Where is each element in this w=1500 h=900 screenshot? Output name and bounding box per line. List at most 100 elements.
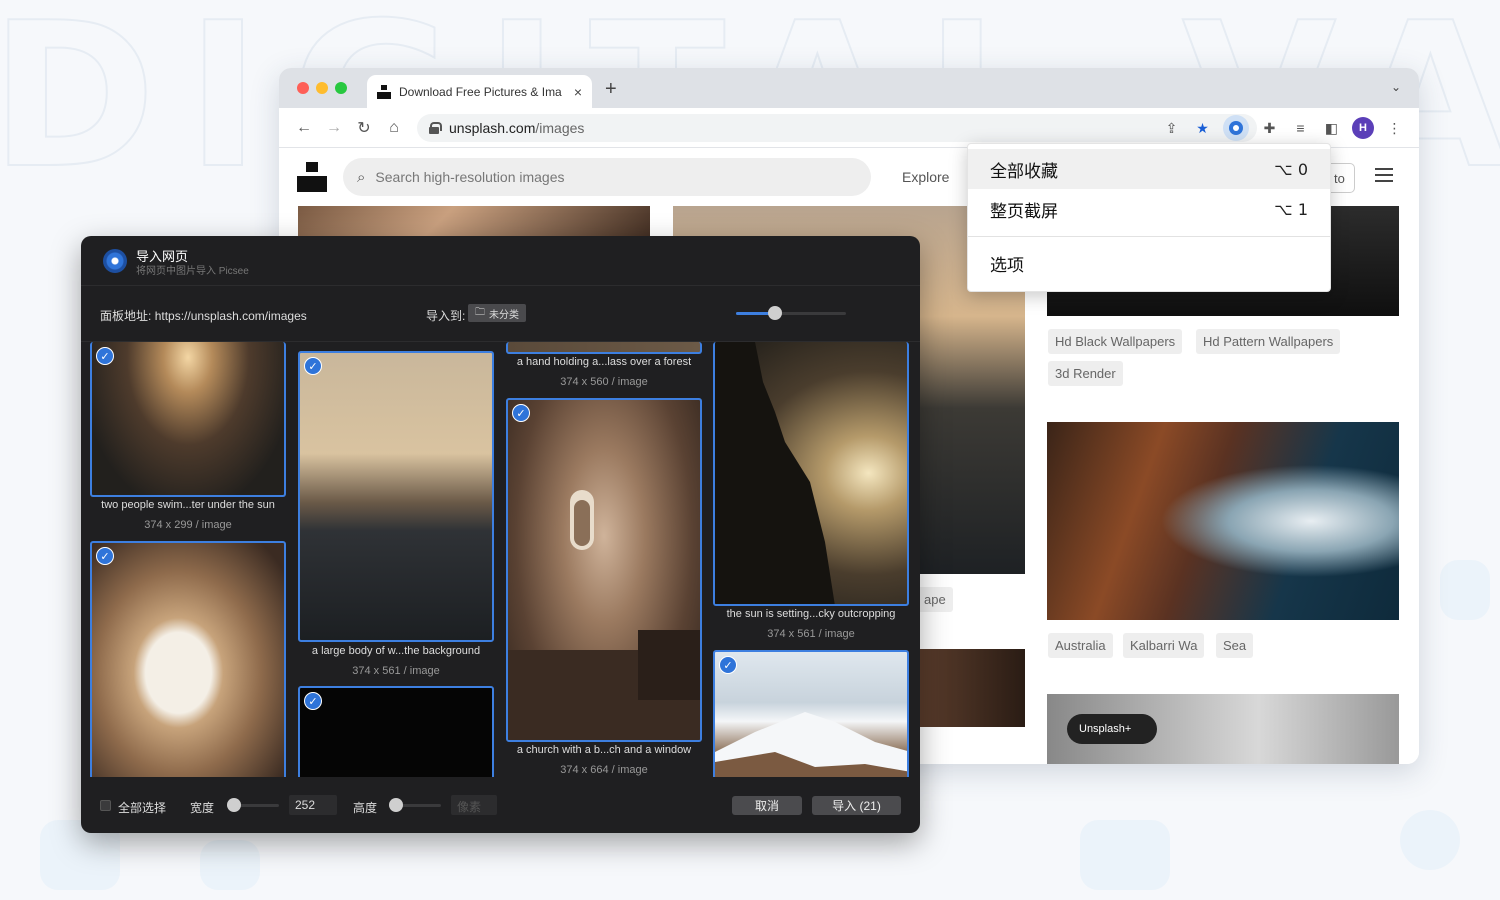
tab-close-icon[interactable]: × [574,84,582,100]
menu-item-label: 整页截屏 [990,201,1058,221]
image-thumbnail[interactable] [506,342,702,354]
image-card[interactable]: ✓ [298,686,494,777]
zoom-window-button[interactable] [335,82,347,94]
image-card[interactable]: the sun is setting...cky outcropping 374… [713,342,909,646]
image-thumbnail[interactable] [713,342,909,606]
more-menu-icon[interactable]: ⋮ [1384,114,1405,142]
share-icon[interactable]: ⇪ [1161,114,1182,142]
tag-chip[interactable]: Kalbarri Wa [1123,633,1205,658]
tag-chip[interactable]: Australia [1048,633,1113,658]
image-thumbnail[interactable] [298,351,494,642]
select-all-checkbox[interactable] [100,800,111,811]
menu-item-label: 全部收藏 [990,161,1058,181]
image-dimensions: 374 x 561 / image [352,665,440,677]
image-caption: a large body of w...the background [311,645,481,657]
menu-shortcut: ⌥ 0 [1274,159,1308,179]
explore-link[interactable]: Explore [902,169,949,185]
url-path: /images [535,119,585,136]
tag-chip[interactable]: ape [917,587,953,612]
folder-select[interactable]: 🗀 未分类 [468,304,526,322]
image-card[interactable]: ✓ two people swim...ter under the sun 37… [90,342,286,537]
selected-check-icon[interactable]: ✓ [96,547,114,565]
home-icon[interactable]: ⌂ [379,119,409,137]
minimize-window-button[interactable] [316,82,328,94]
image-thumbnail[interactable] [90,541,286,777]
forward-icon[interactable]: → [319,119,349,137]
tag-chip[interactable]: Hd Pattern Wallpapers [1196,329,1341,354]
dialog-subtitle: 将网页中图片导入 Picsee [136,266,249,277]
dialog-footer: 全部选择 宽度 252 高度 像素 取消 导入 (21) [81,777,920,833]
width-slider[interactable] [227,798,279,812]
height-slider[interactable] [389,798,441,812]
selected-check-icon[interactable]: ✓ [512,404,530,422]
back-icon[interactable]: ← [289,119,319,137]
image-card[interactable]: ✓ [90,541,286,777]
selected-check-icon[interactable]: ✓ [304,692,322,710]
extension-context-menu: 全部收藏 ⌥ 0 整页截屏 ⌥ 1 选项 [967,143,1331,292]
image-thumbnail[interactable] [90,342,286,497]
panel-address: 面板地址: https://unsplash.com/images [100,307,307,324]
zoom-slider[interactable] [736,306,846,320]
image-caption: two people swim...ter under the sun [101,499,275,511]
extensions-puzzle-icon[interactable]: ✚ [1259,114,1280,142]
height-label: 高度 [353,801,378,815]
tab-search-chevron-icon[interactable]: ⌄ [1391,80,1401,94]
unsplash-favicon-icon [377,84,391,99]
window-controls [297,82,347,94]
photo-tile[interactable] [1047,422,1399,620]
image-card[interactable]: ✓ a large body of w...the background 374… [298,351,494,681]
selected-check-icon[interactable]: ✓ [719,656,737,674]
folder-label: 未分类 [489,309,519,321]
menu-item-collect-all[interactable]: 全部收藏 ⌥ 0 [968,149,1330,189]
cancel-button[interactable]: 取消 [732,796,802,815]
hamburger-menu-icon[interactable] [1375,168,1393,186]
reload-icon[interactable]: ↻ [349,118,379,138]
tag-chip[interactable]: Hd Black Wallpapers [1048,329,1183,354]
image-dimensions: 374 x 560 / image [560,376,648,388]
tab-title: Download Free Pictures & Ima [399,84,562,99]
image-caption: a hand holding a...lass over a forest [516,356,692,368]
image-card[interactable]: ✓ a church with a b...ch and a window 37… [506,398,702,777]
photo-tile[interactable] [919,649,1025,727]
new-tab-button[interactable]: + [605,78,617,101]
image-dimensions: 374 x 561 / image [767,628,855,640]
unsplash-logo-icon[interactable] [297,162,327,192]
width-input[interactable]: 252 [289,795,337,815]
menu-divider [968,236,1330,237]
browser-toolbar: ← → ↻ ⌂ unsplash.com/images ⇪ ★ ✚ ≡ ◧ H … [279,108,1419,148]
image-thumbnail[interactable] [506,398,702,742]
url-host: unsplash.com [449,119,536,136]
panel-address-value: https://unsplash.com/images [154,309,307,323]
image-card[interactable]: a hand holding a...lass over a forest 37… [506,342,702,390]
selected-check-icon[interactable]: ✓ [304,357,322,375]
image-thumbnail[interactable] [298,686,494,777]
browser-tab[interactable]: Download Free Pictures & Ima × [367,75,592,108]
import-dialog: 导入网页 将网页中图片导入 Picsee 面板地址: https://unspl… [81,236,920,833]
image-card[interactable]: ✓ [713,650,909,777]
avatar[interactable]: H [1352,117,1374,139]
image-thumbnail[interactable] [713,650,909,777]
image-caption: the sun is setting...cky outcropping [726,608,896,620]
folder-icon: 🗀 [475,306,485,318]
search-input[interactable]: ⌕ Search high-resolution images [343,158,871,196]
tab-strip: Download Free Pictures & Ima × + ⌄ [279,68,1419,108]
tag-chip[interactable]: Sea [1216,633,1254,658]
image-caption: a church with a b...ch and a window [516,744,692,756]
picsee-extension-icon[interactable] [1223,115,1249,141]
selected-check-icon[interactable]: ✓ [96,347,114,365]
zoom-slider-thumb[interactable] [768,306,782,320]
menu-item-full-page-screenshot[interactable]: 整页截屏 ⌥ 1 [968,189,1330,229]
image-grid: ✓ two people swim...ter under the sun 37… [81,342,920,777]
menu-item-options[interactable]: 选项 [968,243,1330,283]
bookmark-star-icon[interactable]: ★ [1192,114,1213,142]
side-panel-icon[interactable]: ◧ [1321,114,1342,142]
toolbar-icons: ⇪ ★ ✚ ≡ ◧ H ⋮ [1161,114,1405,142]
tag-chip[interactable]: 3d Render [1048,361,1123,386]
rock-silhouette-illustration [715,342,835,604]
height-input[interactable]: 像素 [451,795,497,815]
address-bar[interactable]: unsplash.com/images [417,113,1257,142]
import-button[interactable]: 导入 (21) [812,796,901,815]
close-window-button[interactable] [297,82,309,94]
image-dimensions: 374 x 299 / image [144,519,232,531]
reading-list-icon[interactable]: ≡ [1290,114,1311,142]
